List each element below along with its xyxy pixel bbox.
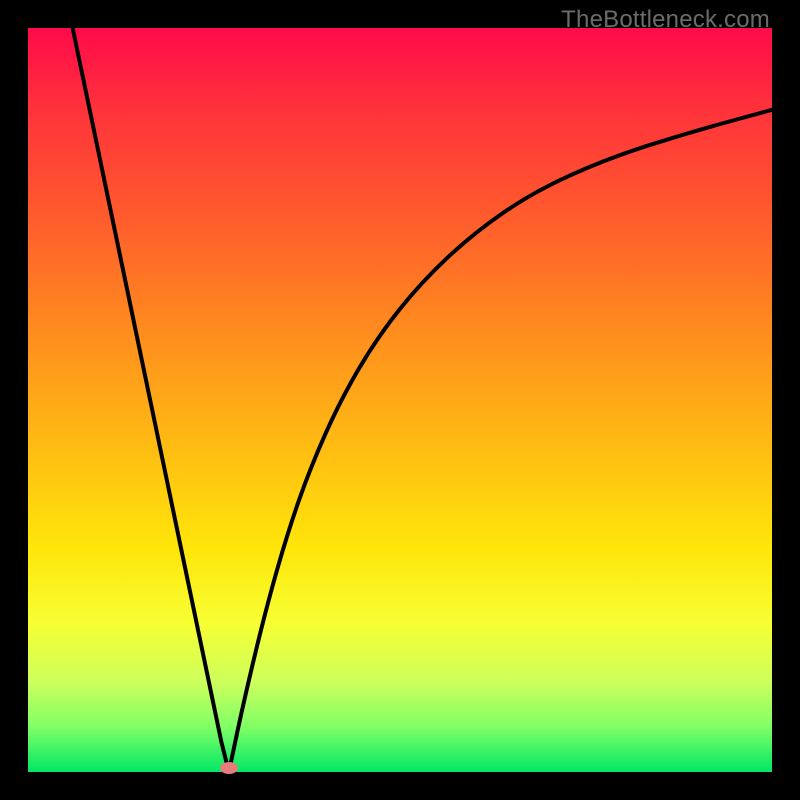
watermark-text: TheBottleneck.com (561, 6, 770, 34)
chart-container: TheBottleneck.com (0, 0, 800, 800)
bottleneck-curve (28, 28, 772, 772)
plot-area (28, 28, 772, 772)
optimal-marker (220, 762, 238, 774)
